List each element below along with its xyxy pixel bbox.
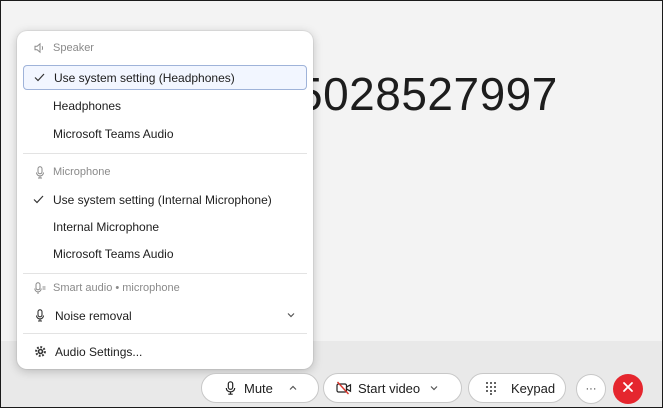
audio-menu: Speaker Use system setting (Headphones) … <box>17 31 313 369</box>
gear-icon <box>33 345 47 359</box>
keypad-icon <box>483 380 499 396</box>
speaker-header-label: Speaker <box>53 42 94 54</box>
close-icon <box>622 380 634 398</box>
microphone-option-teams-audio[interactable]: Microsoft Teams Audio <box>23 241 307 266</box>
divider <box>23 333 307 334</box>
speaker-option-label: Microsoft Teams Audio <box>53 126 174 141</box>
call-window: 5028527997 Speaker Use system setting (H… <box>0 0 663 408</box>
microphone-icon <box>33 309 47 323</box>
noise-removal-label: Noise removal <box>55 308 132 323</box>
speaker-option-label: Use system setting (Headphones) <box>54 70 235 85</box>
speaker-option-system[interactable]: Use system setting (Headphones) <box>23 65 307 90</box>
microphone-header-label: Microphone <box>53 166 111 178</box>
keypad-button[interactable]: Keypad <box>468 373 566 403</box>
microphone-icon <box>33 165 47 179</box>
end-call-button[interactable] <box>613 374 643 404</box>
speaker-option-label: Headphones <box>53 98 122 113</box>
speaker-option-headphones[interactable]: Headphones <box>23 93 307 118</box>
speaker-icon <box>33 41 47 55</box>
speaker-section-header: Speaker <box>33 41 94 55</box>
more-options-button[interactable]: ··· <box>576 374 606 404</box>
video-off-icon <box>336 380 352 396</box>
microphone-option-system[interactable]: Use system setting (Internal Microphone) <box>23 187 307 212</box>
microphone-section-header: Microphone <box>33 165 110 179</box>
keypad-label: Keypad <box>511 380 556 396</box>
smart-audio-header-label: Smart audio • microphone <box>53 282 180 294</box>
speaker-option-teams-audio[interactable]: Microsoft Teams Audio <box>23 121 307 146</box>
check-icon <box>31 193 45 207</box>
audio-settings-label: Audio Settings... <box>55 344 143 359</box>
noise-removal-dropdown[interactable]: Noise removal <box>23 303 307 328</box>
microphone-option-label: Microsoft Teams Audio <box>53 246 174 261</box>
chevron-up-icon[interactable] <box>287 382 299 394</box>
microphone-option-internal[interactable]: Internal Microphone <box>23 214 307 239</box>
divider <box>23 273 307 274</box>
audio-settings-item[interactable]: Audio Settings... <box>23 339 307 364</box>
smart-microphone-icon <box>33 281 47 295</box>
chevron-down-icon <box>285 309 297 321</box>
mute-button[interactable]: Mute <box>244 381 273 396</box>
microphone-option-label: Use system setting (Internal Microphone) <box>53 192 272 207</box>
start-video-button[interactable]: Start video <box>358 381 420 396</box>
divider <box>23 153 307 154</box>
dialed-number: 5028527997 <box>297 68 558 120</box>
check-icon <box>32 71 46 85</box>
chevron-down-icon[interactable] <box>428 382 440 394</box>
microphone-icon <box>222 380 238 396</box>
start-video-button-group: Start video <box>323 373 462 403</box>
more-options-icon: ··· <box>585 383 597 395</box>
mute-button-group: Mute <box>201 373 319 403</box>
microphone-option-label: Internal Microphone <box>53 219 160 234</box>
smart-audio-section-header: Smart audio • microphone <box>33 281 180 295</box>
